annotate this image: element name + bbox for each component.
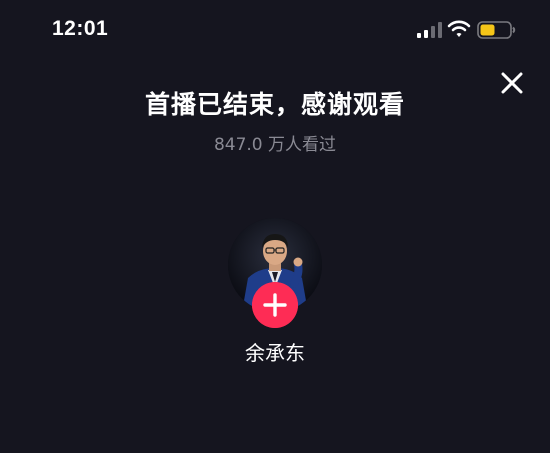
battery-icon <box>477 21 516 39</box>
wifi-icon <box>447 20 471 37</box>
streamer-name[interactable]: 余承东 <box>0 337 550 366</box>
signal-icon <box>417 22 442 38</box>
status-time: 12:01 <box>52 17 109 40</box>
follow-button[interactable] <box>252 282 298 328</box>
status-bar: 12:01 <box>0 0 550 60</box>
live-ended-title: 首播已结束，感谢观看 <box>144 90 405 119</box>
viewer-count: 847.0 万人看过 <box>213 135 337 155</box>
